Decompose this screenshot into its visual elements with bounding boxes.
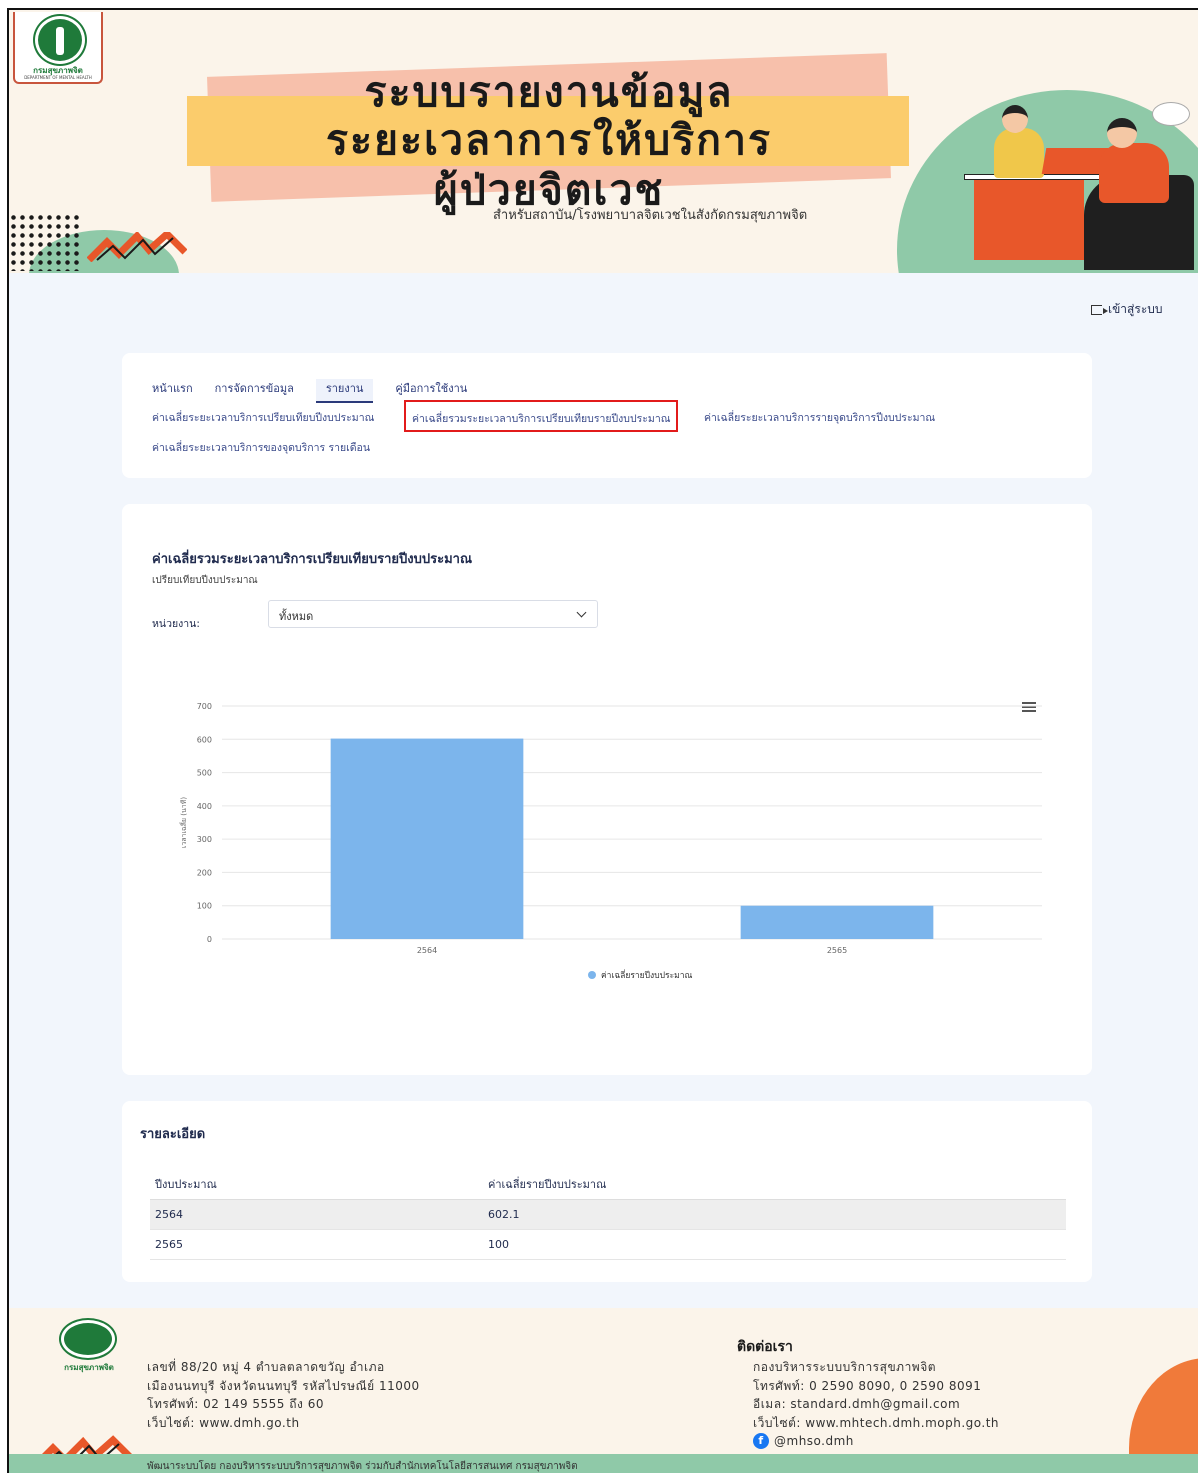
contact-title: ติดต่อเรา <box>737 1339 793 1355</box>
table-cell: 100 <box>483 1229 1066 1260</box>
y-tick-label: 300 <box>197 835 212 844</box>
table-row: 2564 602.1 <box>150 1199 1066 1230</box>
y-tick-label: 100 <box>197 902 212 911</box>
dmh-emblem-icon <box>35 16 85 64</box>
chevron-down-icon <box>576 607 587 618</box>
table-cell: 2564 <box>150 1199 483 1230</box>
illustration-desk <box>974 178 1084 260</box>
illustration-person-2 <box>1099 143 1169 203</box>
contact-line: โทรศัพท์: 0 2590 8090, 0 2590 8091 <box>753 1378 982 1393</box>
y-tick-label: 600 <box>197 735 212 744</box>
table-cell: 602.1 <box>483 1199 1066 1230</box>
y-tick-label: 500 <box>197 769 212 778</box>
y-axis-label: เวลาเฉลี่ย (นาที) <box>179 797 188 848</box>
y-tick-label: 200 <box>197 868 212 877</box>
dmh-logo[interactable]: กรมสุขภาพจิต DEPARTMENT OF MENTAL HEALTH <box>13 12 103 84</box>
detail-title: รายละเอียด <box>140 1127 206 1142</box>
contact-email[interactable]: อีเมล: standard.dmh@gmail.com <box>753 1395 999 1414</box>
illustration-head-2 <box>1107 118 1137 148</box>
detail-table: ปีงบประมาณ ค่าเฉลี่ยรายปีงบประมาณ 2564 6… <box>150 1169 1066 1260</box>
unit-select-value: ทั้งหมด <box>279 610 314 623</box>
bar-2564[interactable] <box>330 738 524 939</box>
banner: กรมสุขภาพจิต DEPARTMENT OF MENTAL HEALTH… <box>9 10 1198 273</box>
legend-label: ค่าเฉลี่ยรายปีงบประมาณ <box>601 969 693 981</box>
sublink-avg-compare-fiscal[interactable]: ค่าเฉลี่ยระยะเวลาบริการเปรียบเทียบปีงบปร… <box>152 409 374 426</box>
tab-report[interactable]: รายงาน <box>315 379 374 403</box>
facebook-link[interactable]: f @mhso.dmh <box>753 1432 999 1451</box>
footer-credit: พัฒนาระบบโดย กองบริหารระบบบริการสุขภาพจิ… <box>147 1461 578 1472</box>
illustration-person-1 <box>994 128 1044 178</box>
legend-marker <box>588 971 596 979</box>
address-line: เลขที่ 88/20 หมู่ 4 ตำบลตลาดขวัญ อำเภอ <box>147 1360 385 1374</box>
logo-subtext: DEPARTMENT OF MENTAL HEALTH <box>24 75 92 80</box>
footer-address: เลขที่ 88/20 หมู่ 4 ตำบลตลาดขวัญ อำเภอ เ… <box>147 1358 420 1432</box>
unit-label: หน่วยงาน: <box>152 618 200 630</box>
x-tick-label: 2565 <box>827 946 847 955</box>
footer-emblem-icon <box>61 1320 115 1358</box>
address-line: เมืองนนทบุรี จังหวัดนนทบุรี รหัสไปรษณีย์… <box>147 1378 420 1393</box>
decor-zigzag-icon <box>87 232 187 262</box>
sublink-avg-service-point-monthly[interactable]: ค่าเฉลี่ยระยะเวลาบริการของจุดบริการ รายเ… <box>152 439 370 456</box>
sublink-avg-by-service-point[interactable]: ค่าเฉลี่ยระยะเวลาบริการรายจุดบริการปีงบป… <box>704 409 935 426</box>
bar-2565[interactable] <box>740 905 934 939</box>
detail-card: รายละเอียด ปีงบประมาณ ค่าเฉลี่ยรายปีงบปร… <box>122 1101 1092 1282</box>
illustration-head-1 <box>1002 105 1028 133</box>
chart-legend[interactable]: ค่าเฉลี่ยรายปีงบประมาณ <box>588 969 693 981</box>
footer-logo-text: กรมสุขภาพจิต <box>64 1363 114 1372</box>
y-tick-label: 0 <box>207 935 212 944</box>
y-tick-label: 400 <box>197 802 212 811</box>
footer-credit-bar: พัฒนาระบบโดย กองบริหารระบบบริการสุขภาพจิ… <box>9 1454 1198 1473</box>
unit-select[interactable]: ทั้งหมด <box>268 600 598 628</box>
contact-info: กองบริหารระบบบริการสุขภาพจิต โทรศัพท์: 0… <box>753 1358 999 1451</box>
report-title: ค่าเฉลี่ยรวมระยะเวลาบริการเปรียบเทียบราย… <box>152 552 473 567</box>
banner-subtitle: สำหรับสถาบัน/โรงพยาบาลจิตเวชในสังกัดกรมส… <box>493 208 808 223</box>
chart-card: ค่าเฉลี่ยรวมระยะเวลาบริการเปรียบเทียบราย… <box>122 504 1092 1075</box>
table-cell: 2565 <box>150 1229 483 1260</box>
facebook-handle: @mhso.dmh <box>774 1434 854 1448</box>
nav-card: หน้าแรก การจัดการข้อมูล รายงาน คู่มือการ… <box>122 353 1092 478</box>
facebook-icon: f <box>753 1433 769 1450</box>
tab-home[interactable]: หน้าแรก <box>152 379 193 403</box>
contact-line: กองบริหารระบบบริการสุขภาพจิต <box>753 1360 937 1374</box>
sublink-total-avg-by-fiscal-year[interactable]: ค่าเฉลี่ยรวมระยะเวลาบริการเปรียบเทียบราย… <box>404 400 679 432</box>
contact-website[interactable]: เว็บไซต์: www.mhtech.dmh.moph.go.th <box>753 1414 999 1433</box>
tab-data-management[interactable]: การจัดการข้อมูล <box>215 379 294 403</box>
address-website[interactable]: เว็บไซต์: www.dmh.go.th <box>147 1414 420 1433</box>
table-row: 2565 100 <box>150 1229 1066 1260</box>
bar-chart: 0 100 200 300 400 500 600 700 2564 2565 เวลาเฉลี… <box>179 702 1042 981</box>
y-tick-label: 700 <box>197 702 212 711</box>
page-frame: กรมสุขภาพจิต DEPARTMENT OF MENTAL HEALTH… <box>7 8 1198 1473</box>
column-header-fiscal-year: ปีงบประมาณ <box>150 1169 483 1200</box>
address-line: โทรศัพท์: 02 149 5555 ถึง 60 <box>147 1397 324 1411</box>
speech-bubble-icon <box>1152 102 1190 126</box>
footer: กรมสุขภาพจิต เลขที่ 88/20 หมู่ 4 ตำบลตลา… <box>9 1308 1198 1473</box>
x-axis-ticks: 2564 2565 <box>417 946 847 955</box>
report-subtitle: เปรียบเทียบปีงบประมาณ <box>152 575 258 586</box>
column-header-average: ค่าเฉลี่ยรายปีงบประมาณ <box>483 1169 1066 1200</box>
login-button[interactable]: เข้าสู่ระบบ <box>1091 300 1163 319</box>
x-tick-label: 2564 <box>417 946 437 955</box>
table-header-row: ปีงบประมาณ ค่าเฉลี่ยรายปีงบประมาณ <box>150 1169 1066 1200</box>
login-icon <box>1091 304 1108 315</box>
decor-dots <box>9 213 79 271</box>
y-axis-ticks: 0 100 200 300 400 500 600 700 <box>197 702 212 944</box>
login-label: เข้าสู่ระบบ <box>1108 302 1163 316</box>
